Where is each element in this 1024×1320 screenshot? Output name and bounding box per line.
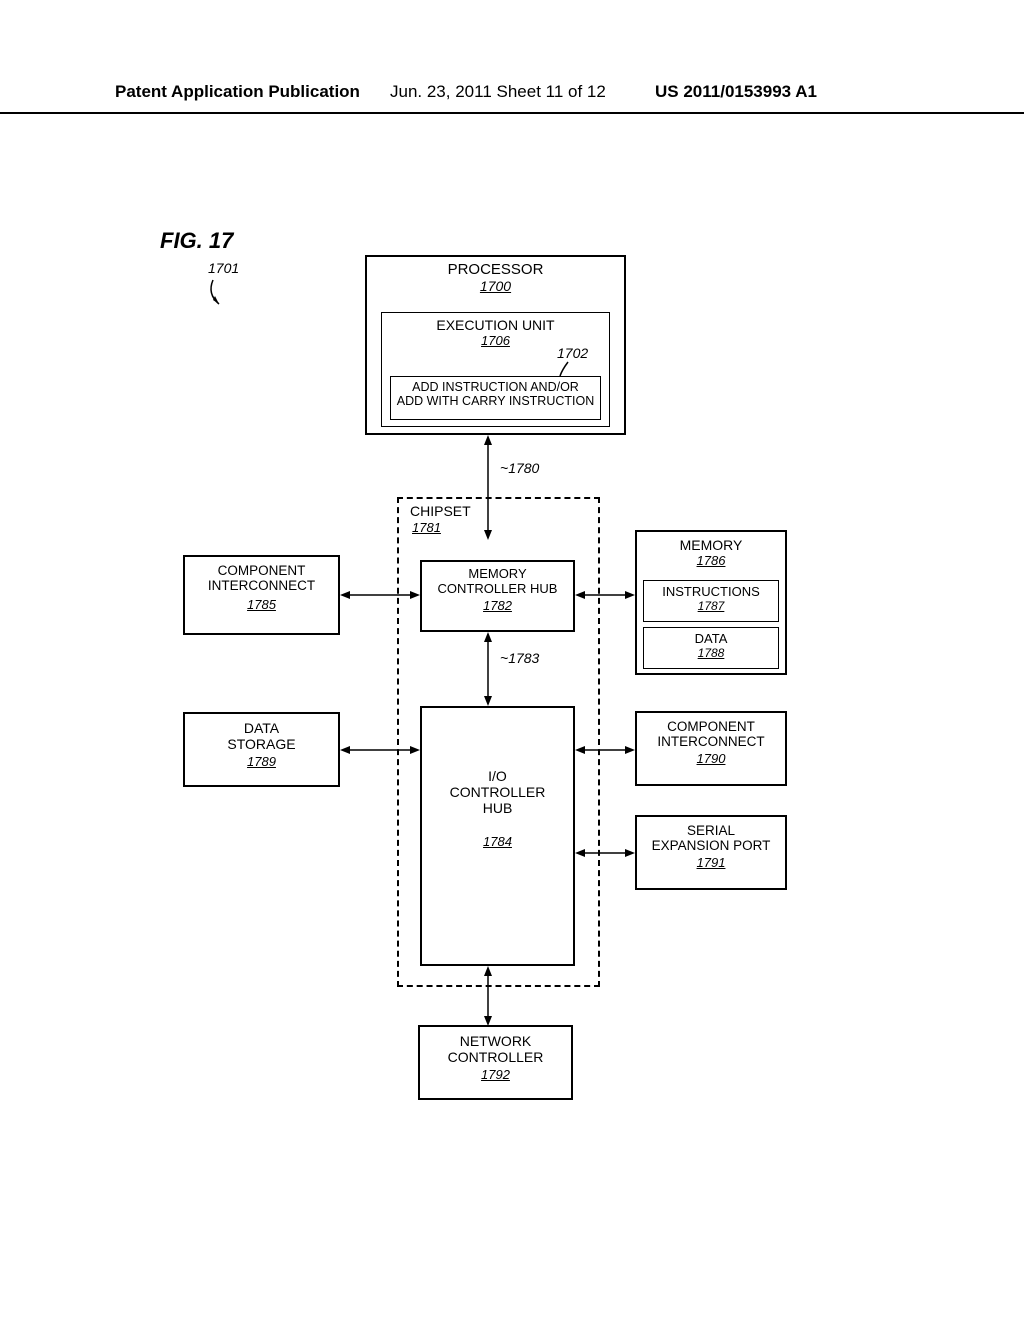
data-num: 1788 (644, 646, 778, 660)
processor-num: 1700 (367, 278, 624, 294)
ich-title-2: CONTROLLER (422, 784, 573, 800)
ref-1780: ~1780 (500, 460, 539, 476)
ich-box: I/O CONTROLLER HUB 1784 (420, 706, 575, 966)
header-right: US 2011/0153993 A1 (655, 82, 817, 102)
header-mid: Jun. 23, 2011 Sheet 11 of 12 (390, 82, 606, 102)
network-controller-box: NETWORK CONTROLLER 1792 (418, 1025, 573, 1100)
ref-1783: ~1783 (500, 650, 539, 666)
add-instruction-line2: ADD WITH CARRY INSTRUCTION (391, 394, 600, 408)
ich-num: 1784 (422, 834, 573, 849)
serial-port-box: SERIAL EXPANSION PORT 1791 (635, 815, 787, 890)
instructions-title: INSTRUCTIONS (644, 584, 778, 599)
figure-label: FIG. 17 (160, 228, 233, 254)
cir-title-1: COMPONENT (637, 719, 785, 734)
ich-title-3: HUB (422, 800, 573, 816)
connector-ich-sep (575, 848, 635, 858)
cil-num: 1785 (185, 597, 338, 612)
instructions-num: 1787 (644, 599, 778, 613)
comp-interconnect-right-box: COMPONENT INTERCONNECT 1790 (635, 711, 787, 786)
sep-title-2: EXPANSION PORT (637, 838, 785, 853)
data-storage-box: DATA STORAGE 1789 (183, 712, 340, 787)
ich-title-1: I/O (422, 768, 573, 784)
add-instruction-box: ADD INSTRUCTION AND/OR ADD WITH CARRY IN… (390, 376, 601, 420)
ds-title-2: STORAGE (185, 736, 338, 752)
connector-mch-memory (575, 590, 635, 600)
cir-title-2: INTERCONNECT (637, 734, 785, 749)
ds-title-1: DATA (185, 720, 338, 736)
nc-title-1: NETWORK (420, 1033, 571, 1049)
chipset-title: CHIPSET (410, 503, 471, 519)
execution-unit-title: EXECUTION UNIT (382, 317, 609, 333)
instructions-box: INSTRUCTIONS 1787 (643, 580, 779, 622)
data-box: DATA 1788 (643, 627, 779, 669)
connector-mch-ich (478, 632, 498, 706)
mch-box: MEMORY CONTROLLER HUB 1782 (420, 560, 575, 632)
arc-1701 (205, 278, 235, 308)
page-header: Patent Application Publication Jun. 23, … (0, 82, 1024, 114)
ref-1702: 1702 (557, 345, 588, 361)
mch-title-1: MEMORY (422, 566, 573, 581)
ref-1701: 1701 (208, 260, 239, 276)
cir-num: 1790 (637, 751, 785, 766)
mch-title-2: CONTROLLER HUB (422, 581, 573, 596)
connector-ich-network (478, 966, 498, 1026)
comp-interconnect-left-box: COMPONENT INTERCONNECT 1785 (183, 555, 340, 635)
sep-num: 1791 (637, 855, 785, 870)
memory-num: 1786 (637, 553, 785, 568)
nc-title-2: CONTROLLER (420, 1049, 571, 1065)
chipset-num: 1781 (412, 520, 441, 535)
ds-num: 1789 (185, 754, 338, 769)
memory-title: MEMORY (637, 537, 785, 553)
add-instruction-line1: ADD INSTRUCTION AND/OR (391, 380, 600, 394)
connector-ds-ich (340, 745, 420, 755)
cil-title-2: INTERCONNECT (185, 578, 338, 593)
mch-num: 1782 (422, 598, 573, 613)
nc-num: 1792 (420, 1067, 571, 1082)
data-title: DATA (644, 631, 778, 646)
processor-title: PROCESSOR (367, 261, 624, 278)
connector-cil-mch (340, 590, 420, 600)
connector-ich-cir (575, 745, 635, 755)
cil-title-1: COMPONENT (185, 563, 338, 578)
header-left: Patent Application Publication (115, 82, 360, 102)
sep-title-1: SERIAL (637, 823, 785, 838)
